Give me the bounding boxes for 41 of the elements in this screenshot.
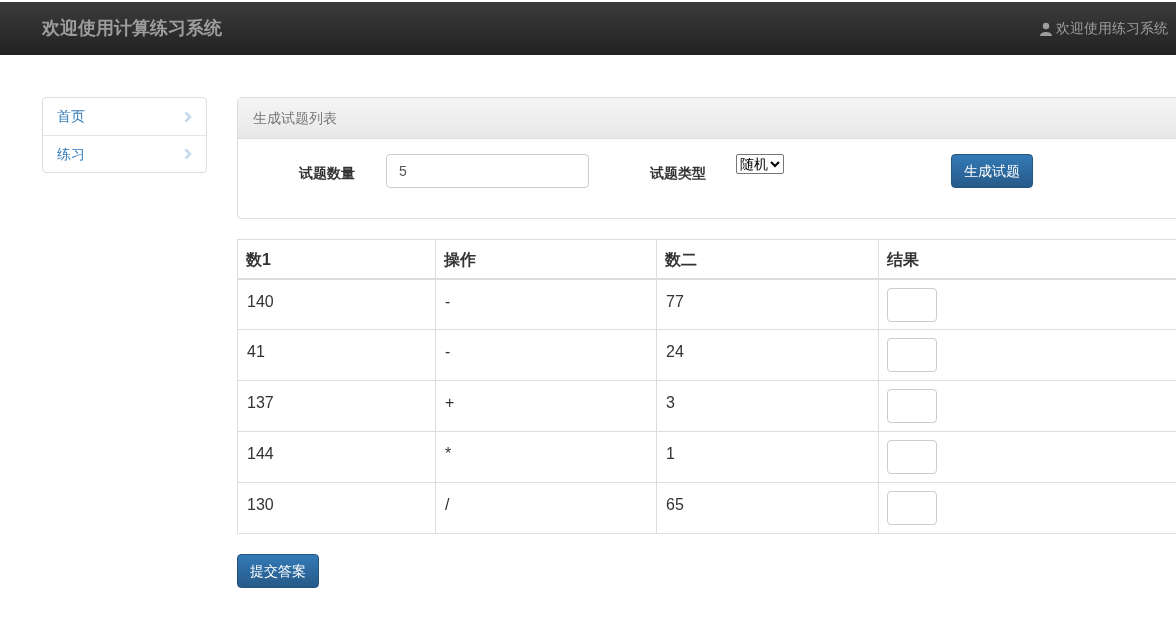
column-header: 数二 <box>656 239 879 279</box>
table-cell: 1 <box>656 431 879 483</box>
panel-title: 生成试题列表 <box>253 108 337 128</box>
brand-title: 欢迎使用计算练习系统 <box>42 17 222 40</box>
table-cell: 137 <box>237 380 436 432</box>
answer-input[interactable] <box>887 440 937 474</box>
table-cell: * <box>435 431 657 483</box>
caret-icon <box>770 160 780 168</box>
type-select[interactable]: 随机 <box>736 154 784 174</box>
field-label: 试题类型 <box>650 164 706 183</box>
user-greeting[interactable]: 欢迎使用练习系统 <box>1056 18 1168 39</box>
sidebar-label: 首页 <box>57 107 85 126</box>
table-cell: 41 <box>237 329 436 381</box>
table-cell: 24 <box>656 329 879 381</box>
sidebar-item[interactable]: 练习 <box>43 135 206 172</box>
sidebar-item[interactable]: 首页 <box>43 98 206 135</box>
answer-input[interactable] <box>887 338 937 372</box>
table-cell: 77 <box>656 278 879 330</box>
user-icon <box>1039 21 1053 36</box>
table-cell: - <box>435 278 657 330</box>
table-cell: 130 <box>237 482 436 534</box>
chevron-right-icon <box>184 148 192 160</box>
table-cell: 140 <box>237 278 436 330</box>
answer-input[interactable] <box>887 389 937 423</box>
column-header: 操作 <box>435 239 657 279</box>
answer-input[interactable] <box>887 287 937 322</box>
submit-button[interactable]: 提交答案 <box>237 554 319 588</box>
generate-button[interactable]: 生成试题 <box>951 154 1033 188</box>
table-cell: 65 <box>656 482 879 534</box>
table-cell: 144 <box>237 431 436 483</box>
table-cell: 3 <box>656 380 879 432</box>
table-cell: + <box>435 380 657 432</box>
sidebar-label: 练习 <box>57 144 85 164</box>
column-header: 数1 <box>237 239 436 279</box>
chevron-right-icon <box>184 110 192 123</box>
column-header: 结果 <box>878 239 1176 279</box>
table-cell: - <box>435 329 657 381</box>
answer-input[interactable] <box>887 491 937 525</box>
count-input[interactable]: 5 <box>386 154 589 188</box>
field-label: 试题数量 <box>298 164 355 183</box>
table-cell: / <box>435 482 657 534</box>
